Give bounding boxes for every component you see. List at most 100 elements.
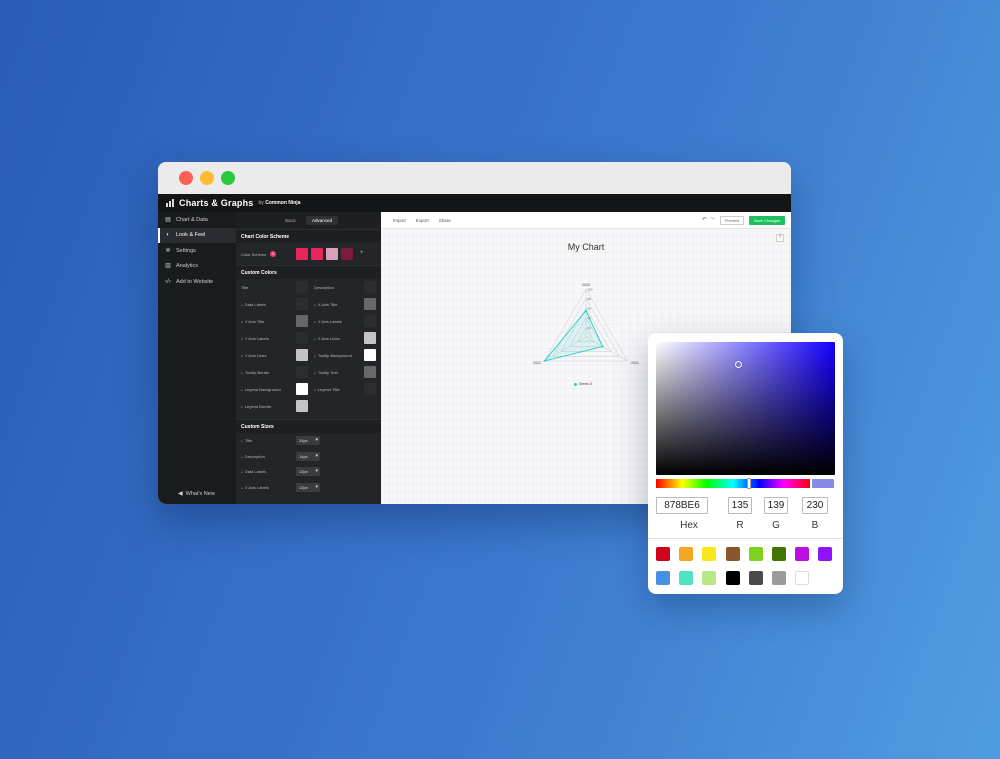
save-changes-button[interactable]: Save Changes [749, 216, 785, 225]
custom-color-swatch[interactable] [296, 298, 308, 310]
scheme-color-swatch[interactable] [296, 248, 308, 260]
custom-color-swatch[interactable] [364, 366, 376, 378]
custom-color-label: X Axis Lines [314, 336, 364, 341]
share-button[interactable]: Share [439, 218, 451, 223]
chart-logo-icon [166, 199, 174, 207]
custom-size-label: Data Labels [241, 469, 266, 474]
scheme-color-swatch[interactable] [311, 248, 323, 260]
custom-color-swatch[interactable] [296, 332, 308, 344]
radar-data-point[interactable] [601, 345, 604, 348]
preset-color-swatch[interactable] [656, 571, 670, 585]
sidebar-item-add-to-website[interactable]: ‹/› Add to Website [158, 274, 236, 290]
preset-color-swatch[interactable] [772, 571, 786, 585]
undo-icon[interactable]: ↶ [702, 216, 707, 223]
color-scheme-label: Color Scheme [241, 252, 267, 257]
hex-label: Hex [680, 520, 698, 531]
preset-color-swatch[interactable] [818, 547, 833, 561]
custom-size-row: Title 24px [236, 433, 381, 449]
green-label: G [772, 520, 780, 531]
color-picker-popup: 878BE6 135 139 230 Hex R G B [648, 333, 843, 594]
custom-size-row: Description 14px [236, 449, 381, 465]
custom-color-swatch[interactable] [364, 298, 376, 310]
sidebar-item-settings[interactable]: ✲ Settings [158, 243, 236, 259]
custom-color-swatch[interactable] [364, 332, 376, 344]
tab-basic[interactable]: Basic [279, 216, 302, 225]
preset-color-swatch[interactable] [702, 547, 717, 561]
red-input[interactable]: 135 [728, 497, 752, 514]
preview-button[interactable]: Preview [720, 216, 744, 225]
hex-input[interactable]: 878BE6 [656, 497, 708, 514]
preset-color-swatch[interactable] [795, 571, 810, 585]
scheme-color-swatch[interactable] [326, 248, 338, 260]
preset-color-swatch[interactable] [725, 547, 740, 561]
custom-color-swatch[interactable] [364, 315, 376, 327]
blue-input[interactable]: 230 [802, 497, 828, 514]
custom-color-swatch[interactable] [296, 315, 308, 327]
chart-title: My Chart [567, 242, 605, 252]
saturation-handle[interactable] [735, 361, 742, 368]
brand-credit: by Common Ninja [258, 200, 301, 206]
export-button[interactable]: Export [416, 218, 429, 223]
panel-tabs: Basic Advanced [236, 212, 381, 229]
help-button[interactable]: ? [776, 234, 784, 242]
add-color-icon[interactable]: + [360, 250, 364, 256]
preset-color-swatch[interactable] [656, 547, 670, 561]
custom-color-row: Legend Background Legend Title [236, 381, 381, 398]
saturation-value-area[interactable] [656, 342, 835, 475]
custom-color-swatch[interactable] [296, 383, 308, 395]
preset-color-swatch[interactable] [679, 571, 694, 585]
custom-size-select[interactable]: 14px [296, 451, 320, 461]
whats-new-link[interactable]: ◀ What's New [178, 490, 215, 498]
custom-color-label: Description [314, 285, 335, 290]
sidebar-item-chart-data[interactable]: ▤ Chart & Data [158, 212, 236, 228]
preview-toolbar: Import Export Share ↶ ↷ Preview Save Cha… [381, 212, 791, 229]
close-window-button[interactable] [179, 171, 193, 185]
custom-color-label: Y Axis Lines [241, 353, 291, 358]
custom-color-row: Data Labels X Axis Title [236, 296, 381, 313]
custom-size-row: X Axis Labels 12px [236, 480, 381, 496]
section-title-custom-sizes: Custom Sizes [236, 419, 381, 433]
maximize-window-button[interactable] [221, 171, 235, 185]
preset-color-swatch[interactable] [748, 547, 763, 561]
custom-color-swatch[interactable] [296, 366, 308, 378]
radar-data-point[interactable] [585, 309, 587, 312]
custom-color-row: Y Axis Labels X Axis Lines [236, 330, 381, 347]
custom-color-swatch[interactable] [364, 349, 376, 361]
custom-size-select[interactable]: 12px [296, 482, 320, 492]
sidebar-item-label: Add to Website [176, 278, 214, 285]
custom-color-swatch[interactable] [296, 281, 308, 293]
preset-color-swatch[interactable] [725, 571, 740, 585]
preset-color-swatch[interactable] [772, 547, 786, 561]
radar-category-label: 2022 [533, 361, 541, 365]
preset-color-swatch[interactable] [679, 547, 694, 561]
green-input[interactable]: 139 [764, 497, 788, 514]
sidebar-item-analytics[interactable]: ▥ Analytics [158, 259, 236, 275]
window-titlebar [158, 162, 791, 194]
preset-color-swatch[interactable] [795, 547, 810, 561]
radar-data-point[interactable] [543, 360, 546, 362]
tab-advanced[interactable]: Advanced [306, 216, 339, 225]
sidebar-item-look-feel[interactable]: ◐ Look & Feel [158, 227, 236, 243]
minimize-window-button[interactable] [200, 171, 214, 185]
hue-slider-handle[interactable] [747, 478, 751, 489]
custom-color-swatch[interactable] [296, 349, 308, 361]
radar-series-area[interactable] [543, 309, 604, 362]
custom-color-swatch[interactable] [364, 281, 376, 293]
custom-color-label: Data Labels [241, 302, 291, 307]
custom-size-select[interactable]: 24px [296, 436, 320, 445]
chart-legend[interactable]: Series 3 [574, 382, 592, 386]
table-icon: ▤ [165, 216, 171, 223]
scheme-color-swatch[interactable] [341, 248, 353, 260]
custom-color-label: Legend Border [241, 404, 291, 409]
custom-color-swatch[interactable] [296, 400, 308, 412]
custom-color-label: Y Axis Title [241, 319, 291, 324]
hue-slider[interactable] [656, 479, 810, 488]
palette-icon: ◐ [166, 232, 170, 239]
sidebar-item-label: Look & Feel [176, 232, 206, 239]
preset-color-swatch[interactable] [702, 571, 717, 585]
custom-size-select[interactable]: 12px [296, 467, 320, 476]
import-button[interactable]: Import [393, 218, 406, 223]
preset-color-swatch[interactable] [748, 571, 763, 585]
redo-icon[interactable]: ↷ [710, 216, 715, 223]
custom-color-swatch[interactable] [364, 383, 376, 395]
